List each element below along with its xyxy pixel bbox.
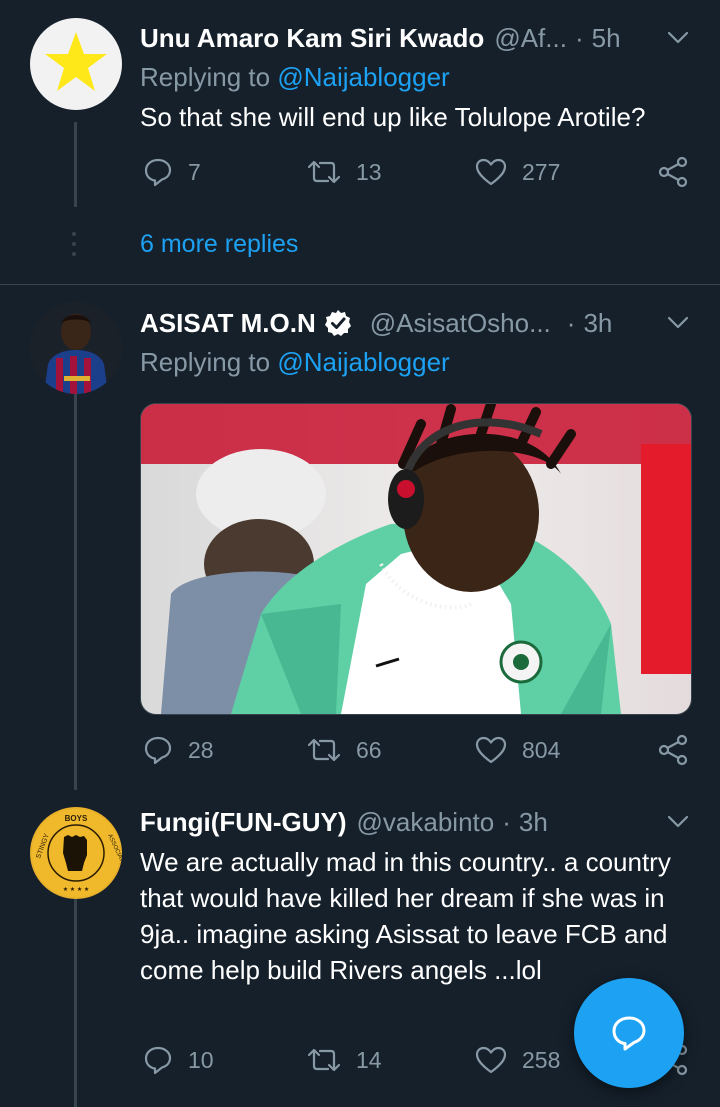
tweet-header: ASISAT M.O.N @AsisatOsho... · 3h [140,303,720,343]
chevron-down-icon[interactable] [666,311,690,335]
tweet-actions: 28 66 804 [140,730,700,770]
reply-icon [144,736,172,765]
tweet[interactable]: Unu Amaro Kam Siri Kwado @Af... · 5h Rep… [0,0,720,285]
thread-line [74,899,77,1107]
replying-to: Replying to @Naijablogger [140,347,450,378]
like-count: 277 [522,158,561,185]
separator-dot: · [566,307,576,338]
chevron-down-icon[interactable] [666,810,690,834]
reply-icon [144,1046,172,1075]
share-icon[interactable] [656,156,690,188]
compose-reply-button[interactable] [574,978,684,1088]
star-avatar-icon [45,32,107,91]
like-count: 258 [522,1046,561,1073]
retweet-button[interactable]: 13 [306,152,382,192]
like-count: 804 [522,736,561,763]
tweet-text: We are actually mad in this country.. a … [140,847,671,985]
replying-to: Replying to @Naijablogger [140,62,450,93]
timestamp[interactable]: 5h [592,23,621,54]
svg-text:★ ★ ★ ★: ★ ★ ★ ★ [63,886,90,893]
tweet-photo[interactable] [140,403,692,715]
thread-line [74,122,77,207]
reply-count: 7 [188,158,201,185]
retweet-icon [307,1048,341,1072]
fist-logo-icon: BOYS ★ ★ ★ ★ STINGY ASSOCIATION [32,809,122,897]
replying-to-label: Replying to [140,347,278,377]
timestamp[interactable]: 3h [519,807,548,838]
separator-dot: · [574,22,584,53]
compose-reply-icon [612,1016,646,1051]
display-name[interactable]: Fungi(FUN-GUY) [140,807,347,838]
player-photo-image [141,404,691,714]
tweet-text: So that she will end up like Tolulope Ar… [140,102,646,132]
avatar[interactable] [30,18,122,110]
tweet-actions: 7 13 277 [140,152,700,192]
tweet-header: Fungi(FUN-GUY) @vakabinto · 3h [140,802,720,842]
player-avatar-image [30,302,122,394]
tweet[interactable]: ASISAT M.O.N @AsisatOsho... · 3h Replyin… [0,285,720,790]
reply-count: 10 [188,1046,214,1073]
like-icon [475,158,507,186]
like-icon [475,1046,507,1074]
reply-count: 28 [188,736,214,763]
chevron-down-icon[interactable] [666,26,690,50]
mention-link[interactable]: @Naijablogger [277,62,449,92]
user-handle[interactable]: @vakabinto [357,807,495,838]
user-handle[interactable]: @Af... [494,23,567,54]
svg-text:BOYS: BOYS [65,814,88,823]
share-icon[interactable] [656,734,690,766]
retweet-icon [307,738,341,762]
like-button[interactable]: 804 [474,730,560,770]
retweet-count: 14 [356,1046,382,1073]
retweet-count: 66 [356,736,382,763]
display-name[interactable]: Unu Amaro Kam Siri Kwado [140,23,484,54]
tweet-header: Unu Amaro Kam Siri Kwado @Af... · 5h [140,18,720,58]
retweet-button[interactable]: 14 [306,1040,382,1080]
like-button[interactable]: 277 [474,152,560,192]
verified-badge-icon [324,310,351,336]
like-button[interactable]: 258 [474,1040,560,1080]
reply-button[interactable]: 10 [142,1040,214,1080]
retweet-icon [307,160,341,184]
more-replies-dots [72,232,78,256]
like-icon [475,736,507,764]
reply-icon [144,158,172,187]
thread-line [74,394,77,790]
retweet-count: 13 [356,158,382,185]
avatar[interactable] [30,302,122,394]
display-name[interactable]: ASISAT M.O.N [140,308,316,339]
more-replies-link[interactable]: 6 more replies [140,230,298,259]
retweet-button[interactable]: 66 [306,730,382,770]
reply-button[interactable]: 7 [142,152,201,192]
reply-button[interactable]: 28 [142,730,214,770]
user-handle[interactable]: @AsisatOsho... [370,308,551,339]
separator-dot: · [502,806,511,837]
avatar[interactable]: BOYS ★ ★ ★ ★ STINGY ASSOCIATION [30,807,122,899]
mention-link[interactable]: @Naijablogger [277,347,449,377]
replying-to-label: Replying to [140,62,278,92]
timestamp[interactable]: 3h [583,308,612,339]
